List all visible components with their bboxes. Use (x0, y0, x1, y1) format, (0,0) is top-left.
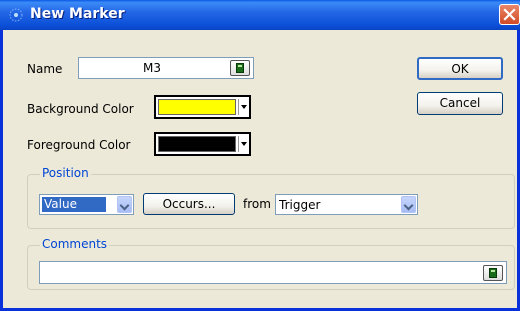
new-marker-dialog: New Marker Name M3 Background Color Fore… (0, 0, 520, 311)
from-label: from (243, 197, 271, 211)
ok-button[interactable]: OK (417, 57, 503, 80)
name-value: M3 (143, 61, 161, 75)
chevron-down-icon (238, 136, 248, 152)
close-button[interactable] (499, 4, 520, 25)
background-color-picker[interactable] (154, 95, 251, 119)
position-type-select[interactable]: Value (39, 194, 134, 215)
comments-calculator-icon[interactable] (483, 265, 503, 281)
comments-group-title: Comments (40, 237, 110, 251)
from-select[interactable]: Trigger (275, 194, 418, 215)
chevron-down-icon[interactable] (117, 196, 132, 213)
position-group-title: Position (40, 166, 91, 180)
cancel-button[interactable]: Cancel (417, 92, 503, 115)
comments-input[interactable] (39, 261, 507, 284)
background-color-label: Background Color (27, 102, 134, 116)
chevron-down-icon[interactable] (401, 196, 416, 213)
chevron-down-icon (238, 99, 248, 115)
from-value: Trigger (279, 198, 321, 212)
dialog-title: New Marker (30, 6, 125, 22)
foreground-color-picker[interactable] (154, 132, 251, 156)
name-calculator-icon[interactable] (230, 60, 250, 76)
title-bar[interactable]: New Marker (0, 0, 520, 30)
foreground-color-label: Foreground Color (27, 138, 131, 152)
background-color-swatch (158, 99, 236, 115)
foreground-color-swatch (158, 136, 236, 152)
marker-dots-icon (9, 8, 23, 22)
position-type-value: Value (41, 196, 107, 213)
occurs-button[interactable]: Occurs... (143, 193, 235, 215)
name-label: Name (27, 62, 63, 76)
name-field[interactable]: M3 (78, 57, 254, 79)
close-icon (503, 8, 516, 21)
